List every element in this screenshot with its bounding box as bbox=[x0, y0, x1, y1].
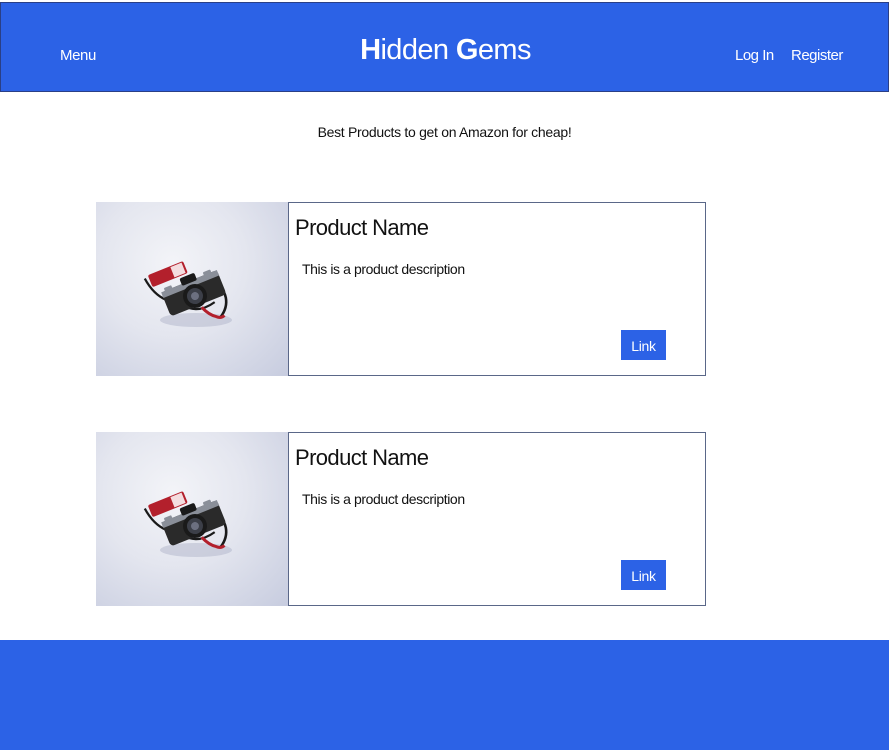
product-image bbox=[96, 202, 288, 376]
product-description: This is a product description bbox=[302, 261, 465, 277]
product-info: Product Name This is a product descripti… bbox=[288, 432, 706, 606]
camera-icon bbox=[143, 261, 232, 327]
product-name: Product Name bbox=[295, 445, 429, 470]
product-description: This is a product description bbox=[302, 491, 465, 507]
register-link[interactable]: Register bbox=[791, 47, 843, 64]
logo-word-1-rest: idden bbox=[380, 34, 449, 66]
logo-word-2-rest: ems bbox=[477, 34, 532, 66]
product-image bbox=[96, 432, 288, 606]
product-name: Product Name bbox=[295, 215, 429, 240]
camera-icon bbox=[143, 491, 232, 557]
product-card: Product Name This is a product descripti… bbox=[96, 202, 706, 376]
product-info: Product Name This is a product descripti… bbox=[288, 202, 706, 376]
page-tagline: Best Products to get on Amazon for cheap… bbox=[317, 124, 572, 140]
logo-initial-h: H bbox=[360, 34, 381, 66]
site-footer bbox=[0, 640, 889, 750]
product-card: Product Name This is a product descripti… bbox=[96, 432, 706, 606]
site-header: Menu Hidden Gems Log In Register bbox=[0, 2, 889, 92]
product-link-button[interactable]: Link bbox=[621, 330, 666, 360]
login-link[interactable]: Log In bbox=[735, 47, 774, 64]
logo-initial-g: G bbox=[455, 34, 479, 66]
product-link-button[interactable]: Link bbox=[621, 560, 666, 590]
